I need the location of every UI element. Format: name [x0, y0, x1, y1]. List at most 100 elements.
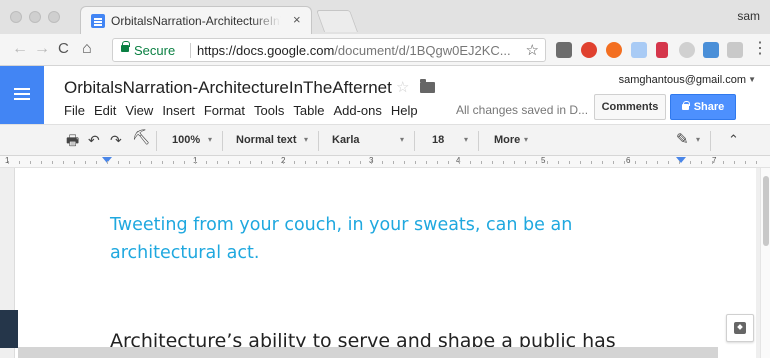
ruler-tick: [140, 161, 141, 164]
ruler-tick: [679, 161, 680, 164]
ruler-tick: [602, 161, 603, 164]
address-bar[interactable]: Secure https://docs.google.com/document/…: [112, 38, 546, 62]
ruler-tick: [96, 161, 97, 164]
editing-mode-pencil-icon[interactable]: ✎: [676, 132, 689, 147]
ruler-tick: [327, 161, 328, 164]
style-caret-icon[interactable]: ▾: [304, 135, 308, 144]
save-status[interactable]: All changes saved in D...: [456, 103, 588, 117]
size-caret-icon[interactable]: ▾: [464, 135, 468, 144]
more-caret-icon[interactable]: ▾: [524, 135, 528, 144]
ruler-tick: [173, 161, 174, 164]
menu-help[interactable]: Help: [391, 103, 418, 118]
drive-extension-icon[interactable]: [679, 42, 695, 58]
url-text: https://docs.google.com/document/d/1BQgw…: [197, 43, 511, 58]
tab-close-icon[interactable]: ×: [293, 12, 301, 27]
document-title[interactable]: OrbitalsNarration-ArchitectureInTheAfter…: [64, 78, 392, 98]
browser-tab-active[interactable]: OrbitalsNarration-ArchitectureInTheAfter…: [80, 6, 312, 34]
editing-mode-caret-icon[interactable]: ▾: [696, 135, 700, 144]
pull-quote[interactable]: Tweeting from your couch, in your sweats…: [110, 211, 650, 267]
explore-button[interactable]: [726, 314, 754, 342]
new-tab-button[interactable]: [315, 10, 359, 32]
menu-format[interactable]: Format: [204, 103, 245, 118]
menu-tools[interactable]: Tools: [254, 103, 284, 118]
formatting-toolbar: 🖶 ↶ ↷ ⛏ 100% ▾ Normal text ▾ Karla ▾ 18 …: [0, 124, 770, 156]
zoom-select[interactable]: 100%: [172, 134, 200, 146]
back-arrow-icon[interactable]: ←: [12, 40, 28, 58]
font-caret-icon[interactable]: ▾: [400, 135, 404, 144]
ruler-tick: [30, 161, 31, 164]
font-select[interactable]: Karla: [332, 134, 360, 146]
account-email[interactable]: samghantous@gmail.com: [619, 74, 746, 86]
ruler-tick: [272, 161, 273, 164]
paint-format-icon[interactable]: ⛏: [132, 130, 151, 145]
ruler-tick: [668, 161, 669, 164]
reload-icon[interactable]: C: [58, 40, 69, 58]
bookmark-star-icon[interactable]: ☆: [526, 41, 539, 59]
forward-arrow-icon[interactable]: →: [34, 40, 50, 58]
ruler-tick: [459, 161, 460, 164]
menu-file[interactable]: File: [64, 103, 85, 118]
extension-gray-icon[interactable]: [556, 42, 572, 58]
ruler-tick: [129, 161, 130, 164]
menu-table[interactable]: Table: [293, 103, 324, 118]
ruler-tick: [591, 161, 592, 164]
share-button[interactable]: Share: [670, 94, 736, 120]
ruler-tick: [415, 161, 416, 164]
ruler-tick: [162, 161, 163, 164]
redo-icon[interactable]: ↷: [110, 133, 122, 147]
ruler-tick: [712, 161, 713, 164]
ruler-tick: [74, 161, 75, 164]
opera-o-icon[interactable]: [606, 42, 622, 58]
comments-button[interactable]: Comments: [594, 94, 666, 120]
print-icon[interactable]: 🖶: [66, 133, 79, 147]
ruler-tick: [624, 161, 625, 164]
pinterest-icon[interactable]: [581, 42, 597, 58]
hide-menus-icon[interactable]: ⌃: [728, 133, 739, 147]
menu-edit[interactable]: Edit: [94, 103, 116, 118]
ruler-tick: [558, 161, 559, 164]
ruler-tick: [184, 161, 185, 164]
secure-label: Secure: [134, 43, 176, 58]
ruler-tick: [283, 161, 284, 164]
folder-icon[interactable]: [420, 79, 435, 93]
minimize-window-button[interactable]: [29, 11, 41, 23]
bars-extension-icon[interactable]: [656, 42, 668, 58]
ruler-tick: [118, 161, 119, 164]
docs-home-button[interactable]: [0, 66, 44, 124]
ruler-tick: [107, 161, 108, 164]
ruler-tick: [338, 161, 339, 164]
document-extension-icon[interactable]: [631, 42, 647, 58]
image-extension-icon[interactable]: [703, 42, 719, 58]
home-icon[interactable]: ⌂: [82, 40, 92, 58]
right-indent-marker[interactable]: [676, 157, 686, 163]
scrollbar-thumb[interactable]: [763, 176, 769, 246]
font-size-select[interactable]: 18: [432, 134, 444, 146]
ruler-tick: [360, 161, 361, 164]
ruler-tick: [151, 161, 152, 164]
account-caret-icon[interactable]: ▼: [748, 75, 756, 84]
ruler-tick: [250, 161, 251, 164]
ruler-tick: [305, 161, 306, 164]
ruler-tick: [261, 161, 262, 164]
menu-add-ons[interactable]: Add-ons: [333, 103, 381, 118]
vertical-scrollbar[interactable]: [760, 168, 770, 358]
zoom-caret-icon[interactable]: ▾: [208, 135, 212, 144]
menu-insert[interactable]: Insert: [162, 103, 195, 118]
browser-menu-icon[interactable]: ⋮: [752, 40, 768, 58]
maximize-window-button[interactable]: [48, 11, 60, 23]
menu-view[interactable]: View: [125, 103, 153, 118]
ruler-tick: [723, 161, 724, 164]
ruler-tick: [85, 161, 86, 164]
undo-icon[interactable]: ↶: [88, 133, 100, 147]
star-document-icon[interactable]: ☆: [396, 78, 409, 96]
paragraph-style-select[interactable]: Normal text: [236, 134, 297, 146]
more-button[interactable]: More: [494, 134, 520, 146]
browser-profile-name[interactable]: sam: [737, 9, 760, 23]
camera-extension-icon[interactable]: [727, 42, 743, 58]
ruler-tick: [481, 161, 482, 164]
ruler[interactable]: 1 1 2 3 4 5 6 7: [0, 156, 770, 168]
ruler-tick: [525, 161, 526, 164]
horizontal-scrollbar[interactable]: [18, 347, 718, 358]
close-window-button[interactable]: [10, 11, 22, 23]
ruler-tick: [19, 161, 20, 164]
